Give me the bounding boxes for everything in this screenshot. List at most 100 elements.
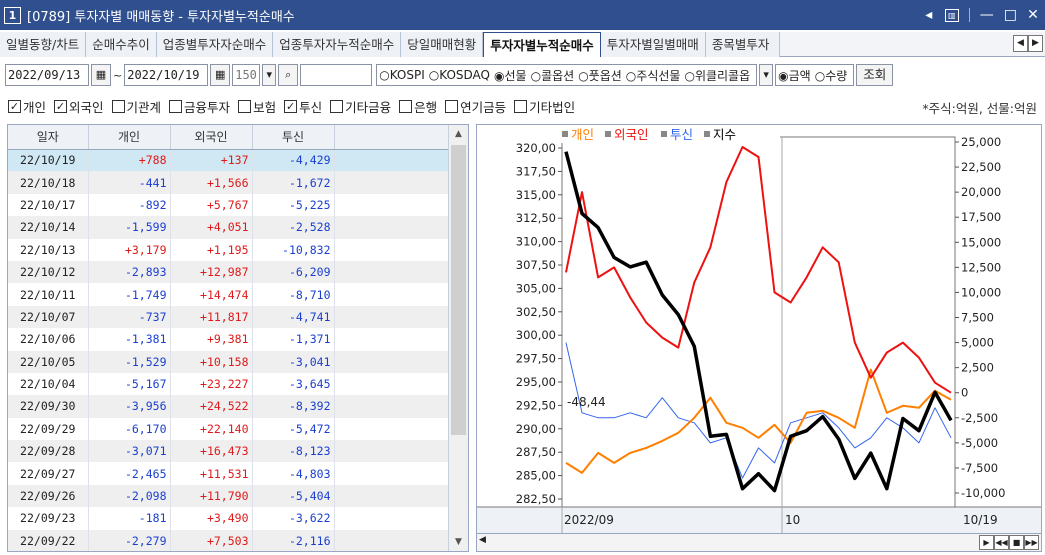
column-header-foreign[interactable]: 외국인 xyxy=(170,125,253,150)
scroll-up-icon[interactable]: ▲ xyxy=(449,125,468,143)
cell-individual: -181 xyxy=(88,507,171,530)
left-tick-label: 297,50 xyxy=(516,352,556,366)
cell-trust: -5,404 xyxy=(252,484,335,508)
chart-horizontal-scrollbar[interactable]: ◀ ▶ ◀◀ ■ ▶▶ xyxy=(477,533,1041,551)
column-header-trust[interactable]: 투신 xyxy=(252,125,335,150)
radio-call-option[interactable]: ○콜옵션 xyxy=(531,67,577,84)
tab-stock-investor[interactable]: 종목별투자 xyxy=(705,32,780,57)
layout-icon[interactable]: ▥ xyxy=(944,8,959,22)
count-input[interactable]: 150 xyxy=(232,64,261,86)
checkbox-other-finance[interactable]: 기타금융 xyxy=(330,97,391,116)
cell-individual: -3,071 xyxy=(88,440,171,463)
right-tick-label: 0 xyxy=(961,386,968,400)
checkbox-institution[interactable]: 기관계 xyxy=(111,97,161,116)
table-row[interactable]: 22/10/19 +788 +137 -4,429 xyxy=(8,149,449,172)
cell-foreign: +22,140 xyxy=(170,417,253,441)
scroll-down-icon[interactable]: ▼ xyxy=(449,533,468,551)
right-tick-label: -5,000 xyxy=(961,436,998,450)
right-tick-label: -2,500 xyxy=(961,411,998,425)
search-icon[interactable]: ⌕ xyxy=(278,64,299,86)
cell-foreign: +5,767 xyxy=(170,193,253,217)
radio-kospi[interactable]: ○KOSPI xyxy=(379,68,427,82)
checkbox-investment-trust[interactable]: ✓ 투신 xyxy=(284,97,322,116)
table-row[interactable]: 22/09/23 -181 +3,490 -3,622 xyxy=(8,507,449,530)
radio-kosdaq[interactable]: ○KOSDAQ xyxy=(429,68,492,82)
chart-forward-icon[interactable]: ▶▶ xyxy=(1024,535,1039,550)
table-row[interactable]: 22/09/29 -6,170 +22,140 -5,472 xyxy=(8,417,449,441)
tab-investor-cumulative-net-buy[interactable]: 투자자별누적순매수 xyxy=(483,32,601,57)
table-row[interactable]: 22/10/11 -1,749 +14,474 -8,710 xyxy=(8,283,449,306)
end-calendar-icon[interactable]: ▦ xyxy=(210,64,231,86)
table-row[interactable]: 22/09/27 -2,465 +11,531 -4,803 xyxy=(8,462,449,485)
tab-today-trading[interactable]: 당일매매현황 xyxy=(401,32,484,57)
cell-trust: -4,741 xyxy=(252,305,335,329)
tab-sector-investor-net-buy[interactable]: 업종별투자자순매수 xyxy=(156,32,274,57)
radio-quantity[interactable]: ○수량 xyxy=(815,67,850,84)
cell-date: 22/10/11 xyxy=(8,283,89,306)
table-row[interactable]: 22/10/13 +3,179 +1,195 -10,832 xyxy=(8,238,449,261)
collapse-left-icon[interactable]: ◂ xyxy=(923,7,935,23)
checkbox-pension[interactable]: 연기금등 xyxy=(445,97,506,116)
table-row[interactable]: 22/09/26 -2,098 +11,790 -5,404 xyxy=(8,484,449,508)
left-tick-label: 320,00 xyxy=(516,141,556,155)
checkbox-bank[interactable]: 은행 xyxy=(399,97,437,116)
cell-foreign: +10,158 xyxy=(170,350,253,373)
cell-individual: -1,599 xyxy=(88,216,171,239)
start-date-input[interactable]: 2022/09/13 xyxy=(5,64,89,86)
table-row[interactable]: 22/10/12 -2,893 +12,987 -6,209 xyxy=(8,260,449,284)
legend-marker xyxy=(605,131,611,137)
close-icon[interactable]: ✕ xyxy=(1027,7,1039,23)
table-row[interactable]: 22/10/18 -441 +1,566 -1,672 xyxy=(8,171,449,194)
radio-weekly-call[interactable]: ○위클리콜옵 xyxy=(684,67,752,84)
chart-play-icon[interactable]: ▶ xyxy=(979,535,994,550)
scroll-thumb[interactable] xyxy=(451,145,466,435)
chart-stop-icon[interactable]: ■ xyxy=(1009,535,1024,550)
cell-individual: -6,170 xyxy=(88,417,171,441)
cell-trust: -10,832 xyxy=(252,238,335,261)
count-dropdown-icon[interactable]: ▾ xyxy=(262,64,277,86)
tab-sector-investor-cumulative[interactable]: 업종투자자누적순매수 xyxy=(273,32,402,57)
table-row[interactable]: 22/09/30 -3,956 +24,522 -8,392 xyxy=(8,395,449,418)
checkbox-insurance[interactable]: 보험 xyxy=(238,97,276,116)
cell-foreign: +9,381 xyxy=(170,328,253,351)
weekly-dropdown-icon[interactable]: ▾ xyxy=(759,64,774,86)
column-header-individual[interactable]: 개인 xyxy=(88,125,171,150)
radio-stock-futures[interactable]: ○주식선물 xyxy=(626,67,683,84)
checkbox-individual[interactable]: ✓ 개인 xyxy=(8,97,46,116)
cell-trust: -3,041 xyxy=(252,350,335,373)
tab-daily-chart[interactable]: 일별동향/차트 xyxy=(0,32,87,57)
radio-amount[interactable]: ◉금액 xyxy=(778,67,813,84)
table-vertical-scrollbar[interactable]: ▲ ▼ xyxy=(448,125,468,551)
table-row[interactable]: 22/09/28 -3,071 +16,473 -8,123 xyxy=(8,440,449,463)
checkbox-other-corp[interactable]: 기타법인 xyxy=(514,97,575,116)
maximize-icon[interactable]: □ xyxy=(1004,7,1017,23)
end-date-input[interactable]: 2022/10/19 xyxy=(124,64,209,86)
table-row[interactable]: 22/09/22 -2,279 +7,503 -2,116 xyxy=(8,529,449,551)
table-row[interactable]: 22/10/06 -1,381 +9,381 -1,371 xyxy=(8,328,449,351)
tab-scroll-right-icon[interactable]: ▶ xyxy=(1028,35,1043,52)
legend-marker xyxy=(704,131,710,137)
cell-trust: -6,209 xyxy=(252,260,335,284)
x-tick-label: 10 xyxy=(785,513,800,527)
minimize-icon[interactable]: — xyxy=(980,7,994,23)
cell-trust: -5,472 xyxy=(252,417,335,441)
tab-net-buy-trend[interactable]: 순매수추이 xyxy=(86,32,157,57)
table-row[interactable]: 22/10/17 -892 +5,767 -5,225 xyxy=(8,193,449,217)
query-button[interactable]: 조회 xyxy=(856,64,894,86)
chart-rewind-icon[interactable]: ◀◀ xyxy=(994,535,1009,550)
start-calendar-icon[interactable]: ▦ xyxy=(91,64,111,86)
tab-investor-daily-trading[interactable]: 투자자별일별매매 xyxy=(600,32,706,57)
code-input[interactable] xyxy=(300,64,373,86)
checkbox-foreign[interactable]: ✓ 외국인 xyxy=(54,97,104,116)
table-row[interactable]: 22/10/07 -737 +11,817 -4,741 xyxy=(8,305,449,329)
tab-scroll-left-icon[interactable]: ◀ xyxy=(1013,35,1028,52)
table-row[interactable]: 22/10/05 -1,529 +10,158 -3,041 xyxy=(8,350,449,373)
radio-put-option[interactable]: ○풋옵션 xyxy=(578,67,624,84)
checkbox-financial-investment[interactable]: 금융투자 xyxy=(169,97,230,116)
radio-futures[interactable]: ◉선물 xyxy=(494,67,529,84)
table-row[interactable]: 22/10/14 -1,599 +4,051 -2,528 xyxy=(8,216,449,239)
table-row[interactable]: 22/10/04 -5,167 +23,227 -3,645 xyxy=(8,372,449,396)
column-header-date[interactable]: 일자 xyxy=(8,125,89,150)
chart-scroll-left-icon[interactable]: ◀ xyxy=(479,535,486,545)
cell-individual: -2,279 xyxy=(88,529,171,551)
